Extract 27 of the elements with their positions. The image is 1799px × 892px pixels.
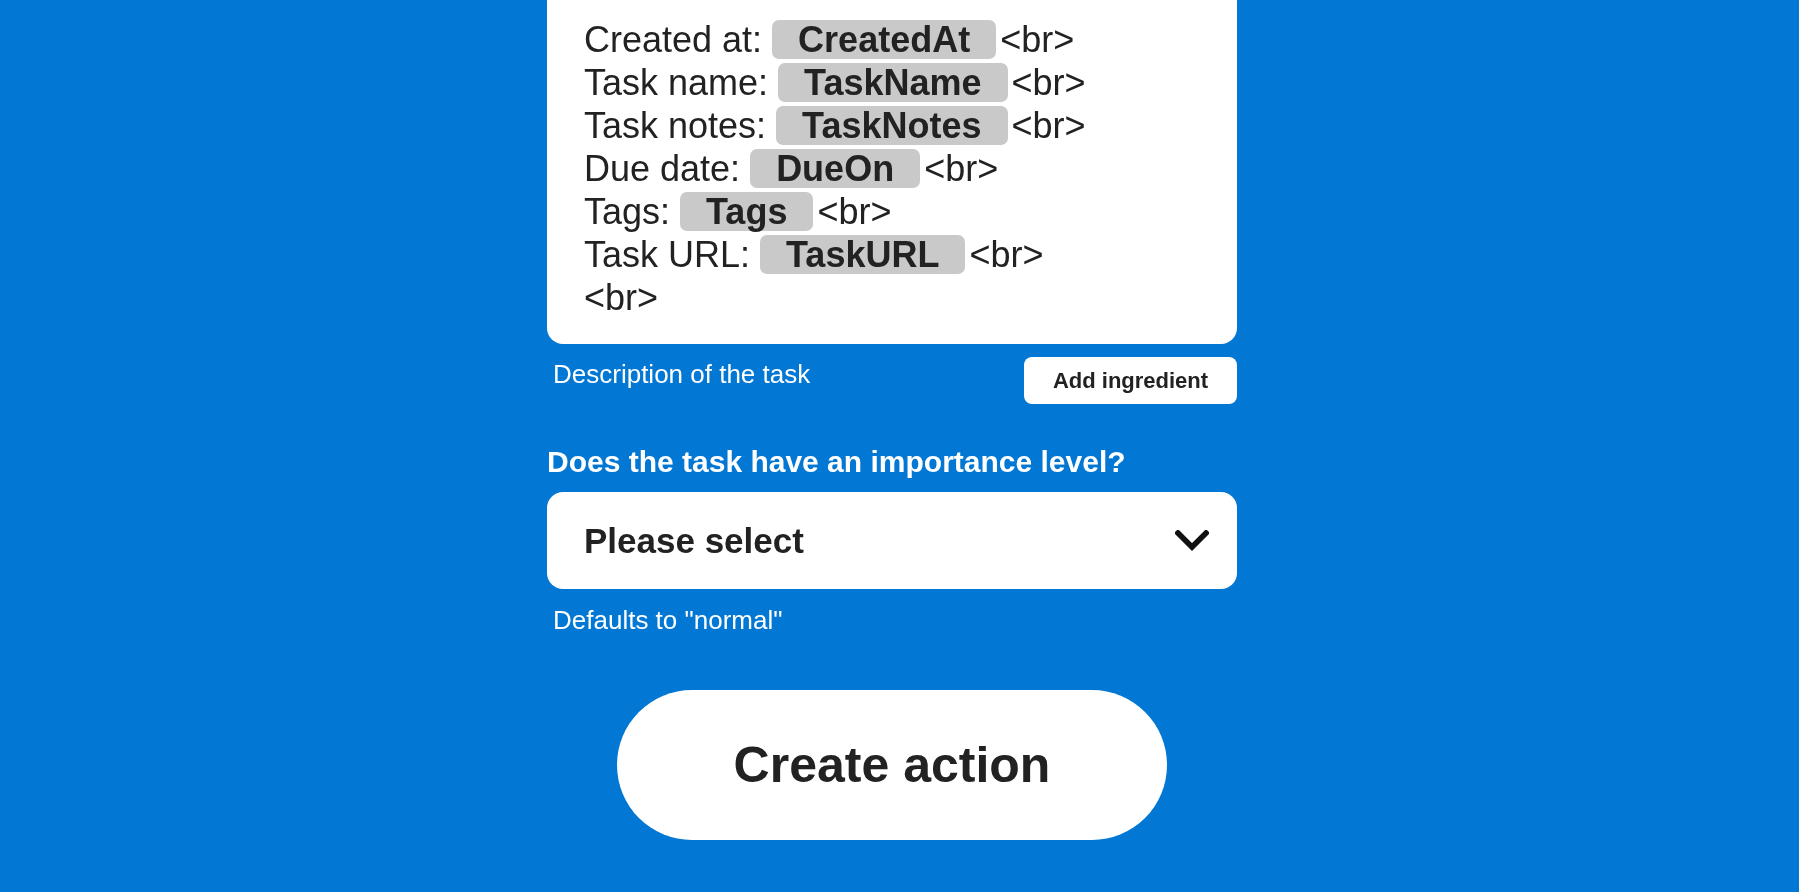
add-ingredient-button[interactable]: Add ingredient xyxy=(1024,357,1237,404)
line-break-tag: <br> xyxy=(1011,61,1086,104)
importance-select[interactable]: Please select xyxy=(547,492,1237,589)
template-text: Task URL: xyxy=(584,233,751,276)
chevron-down-icon xyxy=(1175,530,1209,551)
ingredient-token[interactable]: CreatedAt xyxy=(772,20,997,59)
create-action-button[interactable]: Create action xyxy=(617,690,1167,840)
template-text: Tags: xyxy=(584,190,671,233)
ingredient-token[interactable]: DueOn xyxy=(750,149,921,188)
line-break-tag: <br> xyxy=(1000,18,1075,61)
template-text: Task notes: xyxy=(584,104,767,147)
ingredient-token[interactable]: TaskNotes xyxy=(776,106,1008,145)
field-label: Does the task have an importance level? xyxy=(547,445,1126,479)
line-break-tag: <br> xyxy=(924,147,999,190)
ingredient-token[interactable]: Tags xyxy=(680,192,814,231)
line-break-tag: <br> xyxy=(969,233,1044,276)
line-break-tag: <br> xyxy=(817,190,892,233)
line-break-tag: <br> xyxy=(584,276,659,319)
message-body-field[interactable]: Created at: CreatedAt <br> Task name: TaskName <br> Task notes: TaskNotes <br> Due date: DueOn <br> Tags: Tags <br> Task URL: TaskURL <br> <br> xyxy=(547,0,1237,344)
template-text: Due date: xyxy=(584,147,741,190)
ingredient-token[interactable]: TaskName xyxy=(778,63,1008,102)
template-text: Task name: xyxy=(584,61,769,104)
line-break-tag: <br> xyxy=(1011,104,1086,147)
ingredient-token[interactable]: TaskURL xyxy=(760,235,966,274)
template-text: Created at: xyxy=(584,18,763,61)
field-hint: Description of the task xyxy=(553,358,811,391)
field-hint: Defaults to "normal" xyxy=(553,605,783,635)
